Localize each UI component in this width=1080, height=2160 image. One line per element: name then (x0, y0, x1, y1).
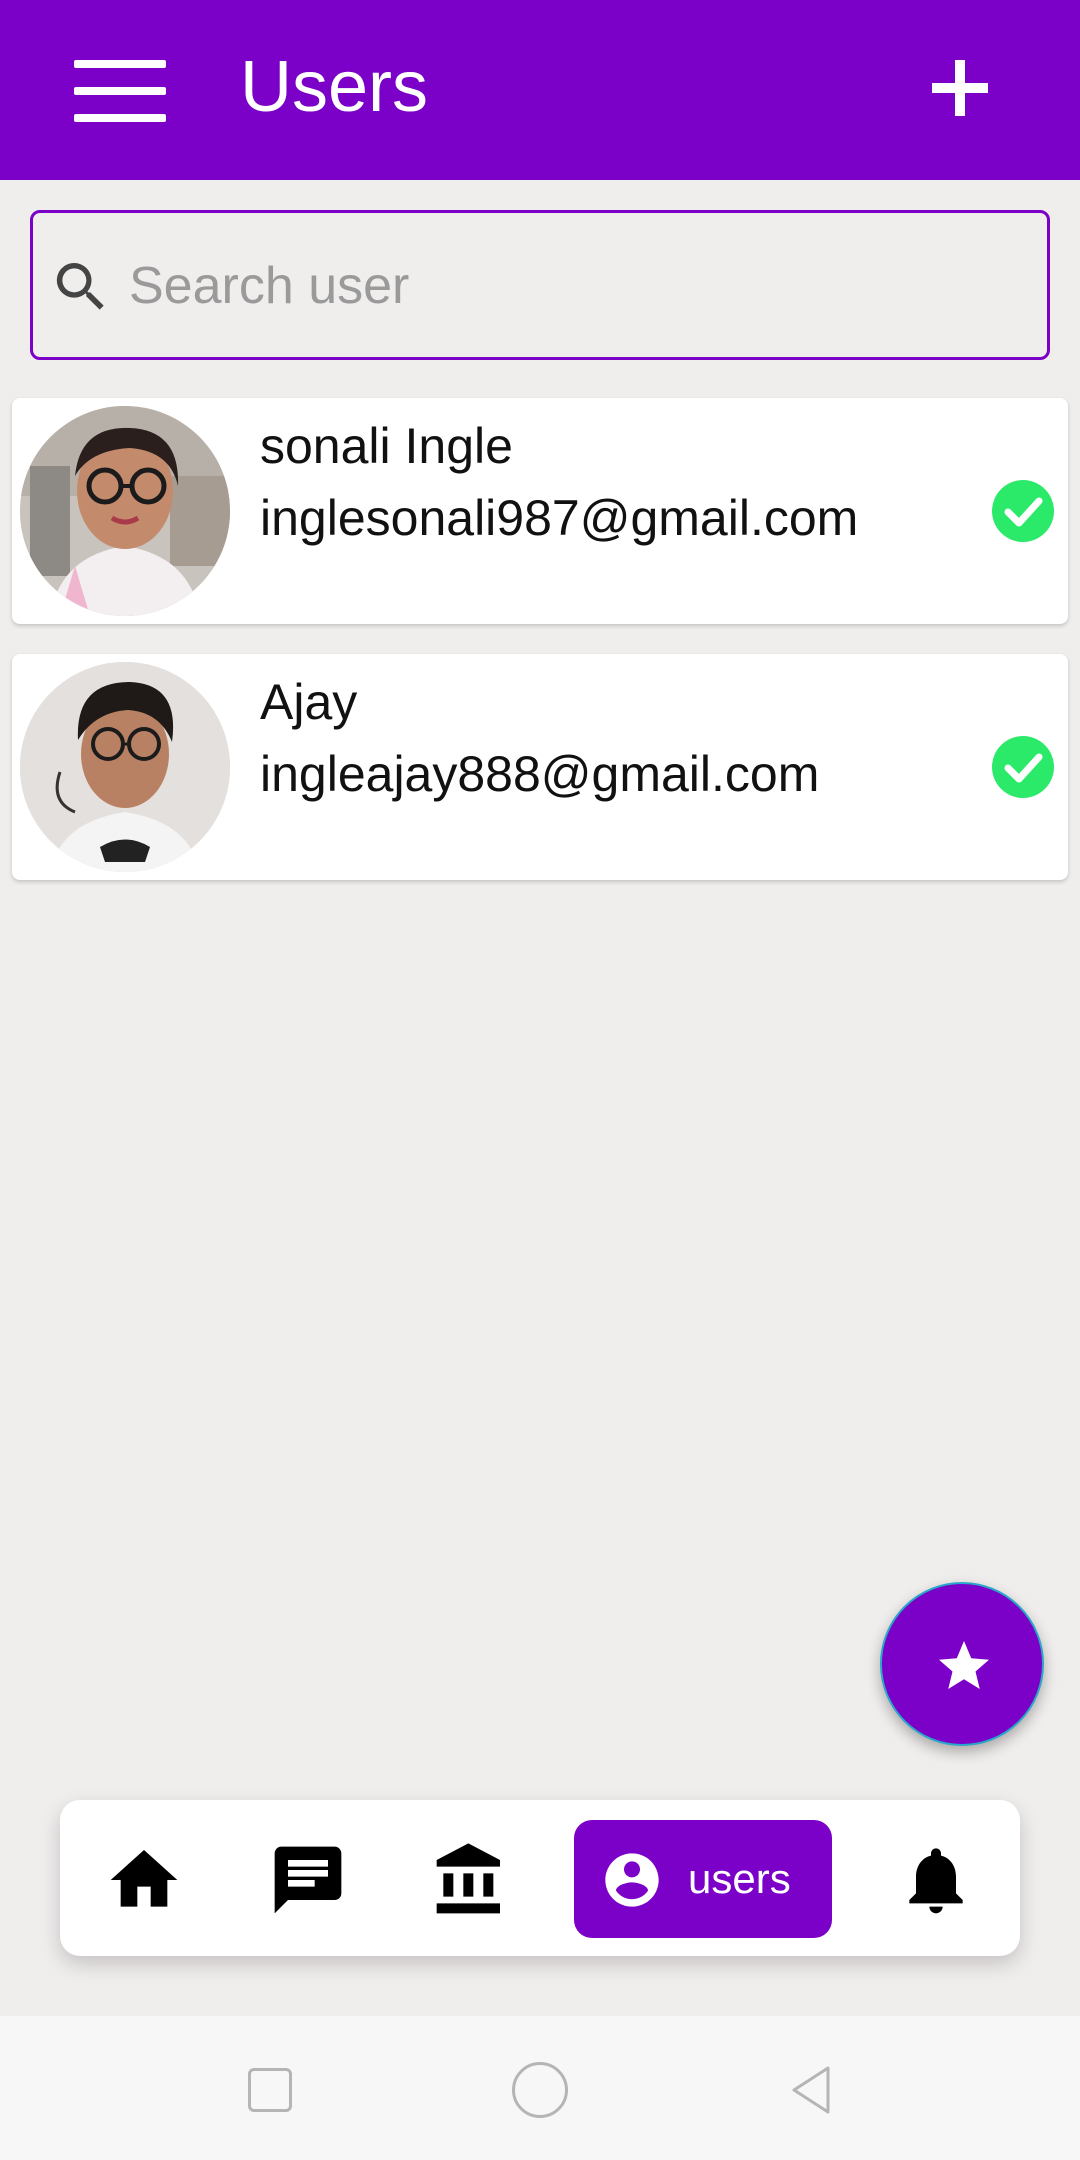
home-icon (110, 1850, 178, 1907)
user-name: sonali Ingle (260, 418, 513, 474)
search-input[interactable] (129, 243, 1009, 329)
bottom-navigation: users (60, 1800, 1020, 1956)
add-user-button[interactable] (930, 58, 990, 118)
avatar (20, 406, 230, 616)
account-circle-icon (605, 1853, 659, 1907)
user-card[interactable]: sonali Ingle inglesonali987@gmail.com (12, 398, 1068, 624)
user-email: ingleajay888@gmail.com (260, 746, 820, 802)
bell-icon (909, 1848, 963, 1914)
hamburger-menu-icon[interactable] (74, 60, 166, 122)
search-box[interactable] (30, 210, 1050, 360)
users-screen: Users Search user sonali Ingle inglesona… (0, 0, 1080, 2160)
home-circle-icon[interactable] (512, 2062, 568, 2118)
user-card[interactable]: Ajay ingleajay888@gmail.com (12, 654, 1068, 880)
nav-users-label: users (688, 1855, 791, 1902)
nav-users[interactable]: users (574, 1820, 832, 1938)
user-name: Ajay (260, 674, 358, 730)
recent-apps-icon[interactable] (248, 2068, 292, 2112)
check-circle-icon (992, 480, 1054, 542)
chat-icon (274, 1846, 342, 1914)
nav-chat[interactable] (268, 1840, 348, 1920)
check-circle-icon (992, 736, 1054, 798)
nav-home[interactable] (104, 1840, 184, 1920)
page-title: Users (240, 47, 429, 127)
bank-icon (436, 1843, 500, 1914)
search-icon (56, 263, 104, 310)
nav-notifications[interactable] (896, 1840, 976, 1920)
back-triangle-icon[interactable] (784, 2062, 840, 2118)
star-icon (939, 1641, 989, 1689)
avatar (20, 662, 230, 872)
app-bar: Users (0, 0, 1080, 180)
favorite-fab-button[interactable] (880, 1582, 1044, 1746)
system-navigation-bar (0, 2016, 1080, 2160)
user-email: inglesonali987@gmail.com (260, 490, 859, 546)
nav-bank[interactable] (430, 1840, 510, 1920)
plus-icon (932, 60, 988, 116)
